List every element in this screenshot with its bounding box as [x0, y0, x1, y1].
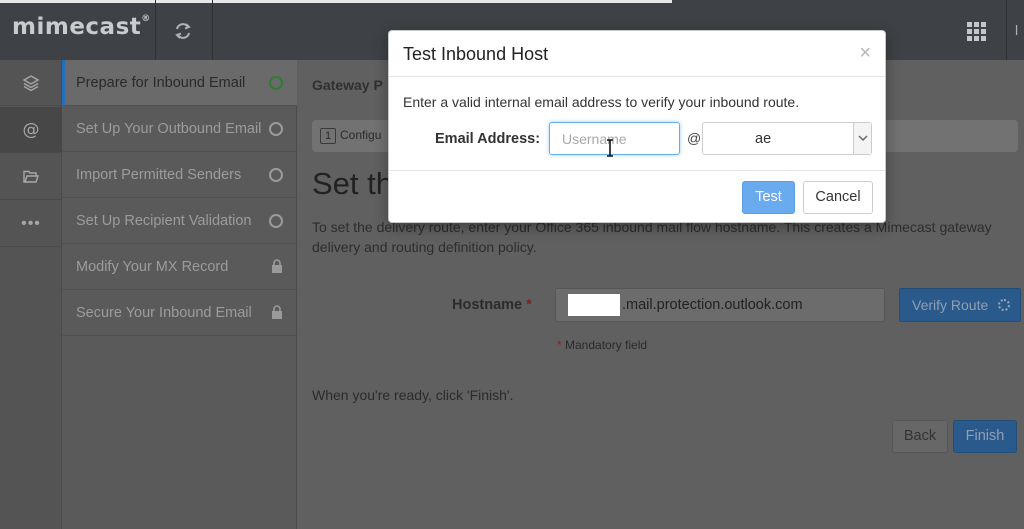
dropdown-arrow[interactable] — [853, 123, 871, 154]
rail-item-email[interactable]: @ — [0, 107, 62, 153]
progress-step-label: Configu — [340, 128, 382, 142]
lock-icon — [272, 305, 282, 319]
step-status-circle-icon — [269, 214, 283, 228]
back-button[interactable]: Back — [892, 420, 948, 453]
sync-icon[interactable] — [173, 21, 193, 41]
icon-rail: @ ••• — [0, 60, 62, 529]
test-button[interactable]: Test — [742, 181, 795, 214]
step-label: Modify Your MX Record — [76, 258, 229, 275]
dialog-title: Test Inbound Host — [403, 44, 549, 64]
intro-text: To set the delivery route, enter your Of… — [312, 219, 992, 255]
hostname-value: .mail.protection.outlook.com — [622, 297, 803, 313]
domain-select[interactable]: ae — [702, 122, 872, 155]
wizard-steps-sidebar: Prepare for Inbound Email Set Up Your Ou… — [62, 60, 297, 529]
hostname-input[interactable]: .mail.protection.outlook.com — [555, 288, 885, 322]
domain-value: ae — [755, 131, 772, 147]
rail-item-layers[interactable] — [0, 60, 62, 106]
step-label: Set Up Recipient Validation — [76, 212, 252, 229]
chevron-down-icon — [858, 135, 868, 142]
progress-step[interactable]: 1 Configu — [320, 128, 381, 144]
lock-icon — [272, 259, 282, 273]
verify-route-button[interactable]: Verify Route — [899, 288, 1021, 322]
breadcrumb: Gateway P — [312, 77, 383, 93]
step-secure-inbound: Secure Your Inbound Email — [62, 290, 297, 336]
dialog-footer-divider — [389, 170, 885, 171]
apps-grid-icon[interactable] — [967, 22, 986, 41]
text-cursor-icon — [607, 139, 613, 157]
step-label: Secure Your Inbound Email — [76, 304, 252, 321]
at-sign: @ — [687, 130, 702, 146]
redaction-mask — [568, 294, 620, 316]
step-status-circle-icon — [269, 122, 283, 136]
finish-button[interactable]: Finish — [953, 420, 1017, 453]
test-inbound-host-dialog: Test Inbound Host × Enter a valid intern… — [388, 30, 886, 223]
progress-step-number: 1 — [320, 128, 336, 144]
step-label: Set Up Your Outbound Email — [76, 120, 262, 137]
step-label: Import Permitted Senders — [76, 166, 242, 183]
step-status-circle-icon — [269, 76, 283, 90]
top-edge-line — [0, 0, 672, 3]
step-import-senders[interactable]: Import Permitted Senders — [62, 152, 297, 198]
rail-item-folder[interactable] — [0, 154, 62, 200]
layers-icon — [22, 74, 40, 91]
step-prepare-inbound[interactable]: Prepare for Inbound Email — [62, 60, 297, 106]
email-address-label: Email Address: — [435, 131, 541, 147]
mandatory-note: * Mandatory field — [557, 338, 648, 352]
at-icon: @ — [22, 119, 40, 140]
dialog-header: Test Inbound Host × — [389, 31, 885, 77]
step-label: Prepare for Inbound Email — [76, 74, 246, 91]
step-modify-mx: Modify Your MX Record — [62, 244, 297, 290]
brand-logo[interactable]: mimecast® — [12, 14, 151, 40]
rail-item-more[interactable]: ••• — [0, 201, 62, 247]
hostname-label: Hostname * — [452, 297, 532, 313]
header-corner-text: l — [1015, 22, 1019, 38]
close-icon[interactable]: × — [859, 43, 871, 63]
more-icon: ••• — [21, 214, 41, 232]
divider — [212, 0, 213, 60]
cancel-button[interactable]: Cancel — [803, 181, 873, 214]
loading-spinner-icon — [998, 299, 1010, 311]
dialog-description: Enter a valid internal email address to … — [403, 94, 800, 110]
folder-icon — [23, 170, 39, 183]
step-recipient-validation[interactable]: Set Up Recipient Validation — [62, 198, 297, 244]
divider — [1006, 0, 1007, 60]
step-setup-outbound[interactable]: Set Up Your Outbound Email — [62, 106, 297, 152]
divider — [155, 0, 156, 60]
section-title: Set th — [312, 166, 393, 201]
step-status-circle-icon — [269, 168, 283, 182]
ready-text: When you're ready, click 'Finish'. — [312, 387, 514, 403]
